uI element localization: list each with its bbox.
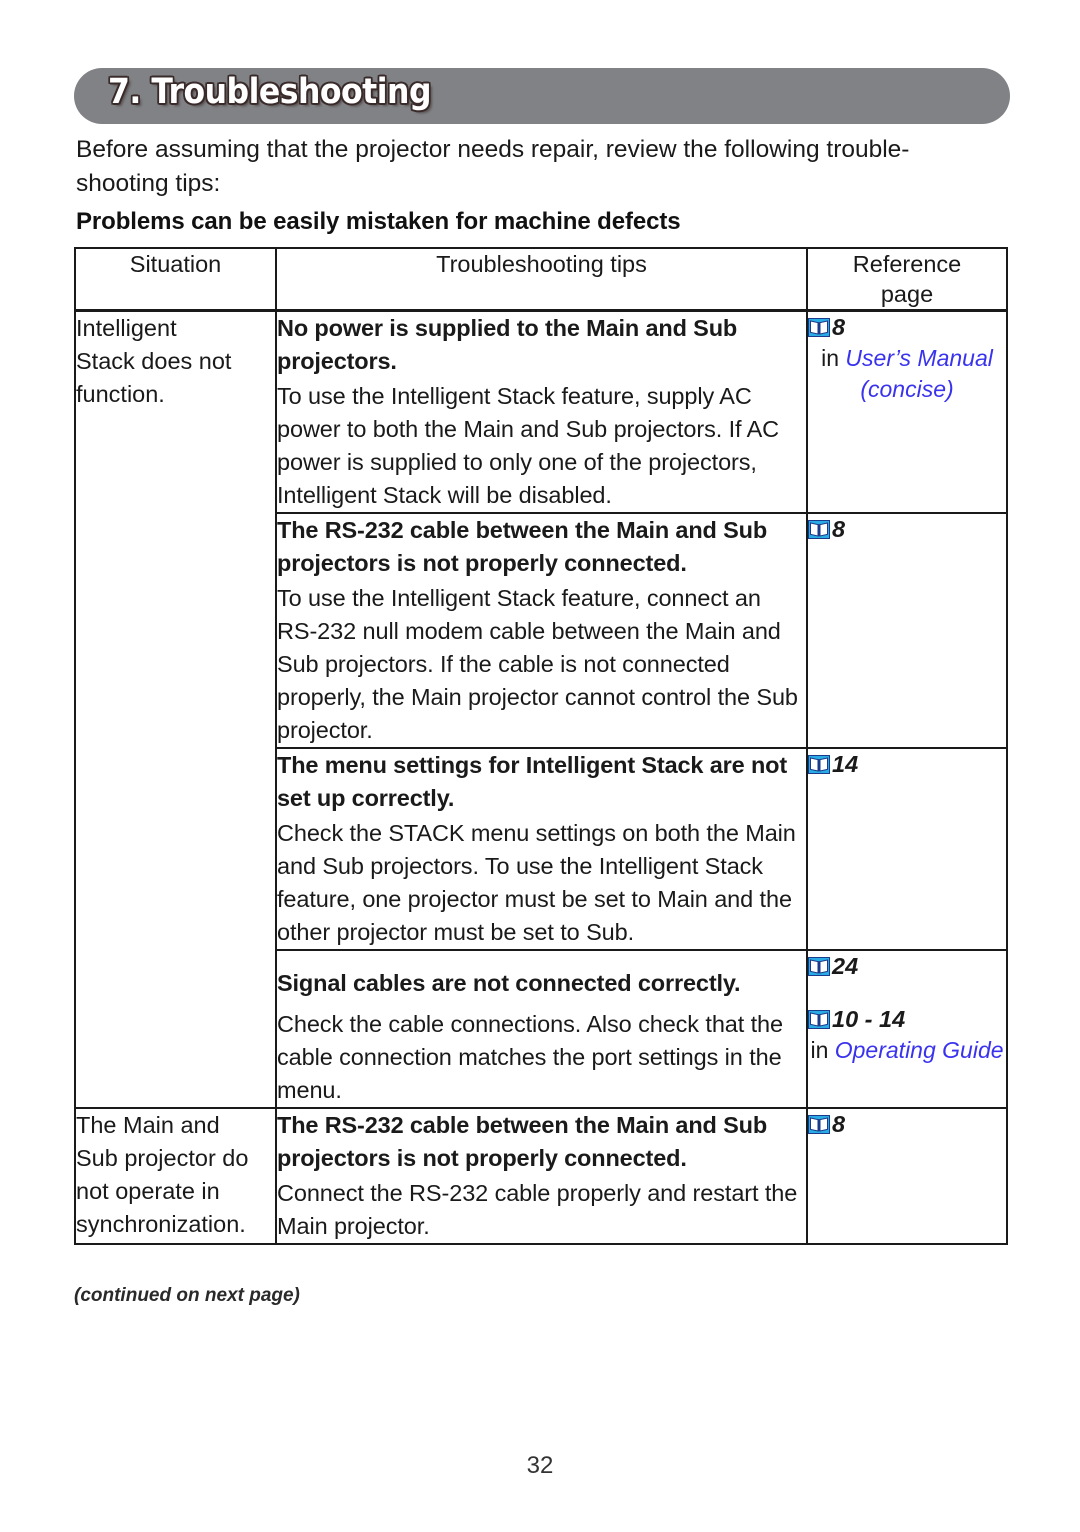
reference-page-entry: 24	[808, 951, 1006, 982]
tips-cell: The RS-232 cable between the Main and Su…	[275, 512, 808, 749]
reference-page-number: 8	[832, 314, 846, 340]
reference-cell: 14	[806, 747, 1008, 951]
tip-title: The RS-232 cable between the Main and Su…	[277, 1112, 768, 1171]
reference-note-title: Operating Guide	[834, 1037, 1004, 1063]
troubleshooting-table: Situation Troubleshooting tips Reference…	[74, 247, 1008, 1245]
tips-cell: No power is supplied to the Main and Sub…	[275, 309, 808, 514]
situation-cell-sync: The Main and Sub projector do not operat…	[74, 1107, 277, 1245]
manual-page: 7. Troubleshooting Before assuming that …	[0, 0, 1080, 1532]
reference-note: in User’s Manual (concise)	[808, 343, 1006, 405]
reference-page-number: 8	[832, 516, 846, 542]
book-icon	[808, 1111, 830, 1134]
reference-cell: 8	[806, 1107, 1008, 1245]
intro-paragraph: Before assuming that the projector needs…	[76, 136, 910, 197]
reference-note: in Operating Guide	[808, 1035, 1006, 1066]
tips-cell: The menu settings for Intelligent Stack …	[275, 747, 808, 951]
table-row: Intelligent Stack does not function. No …	[74, 309, 1008, 1109]
tip-title: The menu settings for Intelligent Stack …	[277, 752, 788, 811]
tip-title: No power is supplied to the Main and Sub…	[277, 315, 738, 374]
header-reference-page: Reference page	[806, 247, 1008, 312]
tip-title: The RS-232 cable between the Main and Su…	[277, 517, 768, 576]
reference-cell: 24 10 - 14 in Operating Guide	[806, 949, 1008, 1109]
reference-page-entry: 14	[808, 749, 1006, 780]
reference-note-title: User’s Manual (concise)	[845, 345, 993, 402]
reference-page-number: 8	[832, 1111, 846, 1137]
book-icon	[808, 1006, 830, 1029]
tip-body: To use the Intelligent Stack feature, su…	[277, 383, 780, 508]
tip-body: Check the STACK menu settings on both th…	[277, 820, 796, 945]
book-icon	[808, 953, 830, 976]
tips-cell: The RS-232 cable between the Main and Su…	[275, 1107, 808, 1245]
section-heading: Problems can be easily mistaken for mach…	[76, 208, 681, 235]
table-header-row: Situation Troubleshooting tips Reference…	[74, 247, 1008, 312]
reference-page-entry: 8	[808, 1109, 1006, 1140]
table-row: The Main and Sub projector do not operat…	[74, 1107, 1008, 1245]
reference-cell: 8	[806, 512, 1008, 749]
tip-title: Signal cables are not connected correctl…	[277, 970, 741, 996]
tips-cell: Signal cables are not connected correctl…	[275, 949, 808, 1109]
reference-page-entry: 8	[808, 514, 1006, 545]
reference-page-entry-secondary: 10 - 14	[808, 1004, 1006, 1035]
chapter-banner: 7. Troubleshooting	[74, 68, 1010, 124]
tip-body: Check the cable connections. Also check …	[277, 1011, 783, 1103]
reference-page-entry: 8	[808, 312, 1006, 343]
continued-note: (continued on next page)	[74, 1285, 300, 1306]
chapter-title: 7. Troubleshooting	[108, 72, 432, 112]
book-icon	[808, 751, 830, 774]
tip-body: Connect the RS-232 cable properly and re…	[277, 1180, 798, 1239]
reference-note-prefix: in	[821, 345, 846, 371]
reference-cell: 8 in User’s Manual (concise)	[806, 309, 1008, 514]
reference-page-number: 14	[832, 751, 859, 777]
header-tips: Troubleshooting tips	[275, 247, 808, 312]
reference-note-prefix: in	[810, 1037, 835, 1063]
tip-body: To use the Intelligent Stack feature, co…	[277, 585, 798, 743]
situation-cell-intelligent-stack: Intelligent Stack does not function.	[74, 309, 277, 1109]
reference-page-number: 24	[832, 953, 859, 979]
reference-spacer	[808, 982, 1006, 1004]
book-icon	[808, 516, 830, 539]
book-icon	[808, 314, 830, 337]
reference-page-range: 10 - 14	[832, 1006, 906, 1032]
page-number: 32	[526, 1452, 554, 1479]
header-situation: Situation	[74, 247, 277, 312]
